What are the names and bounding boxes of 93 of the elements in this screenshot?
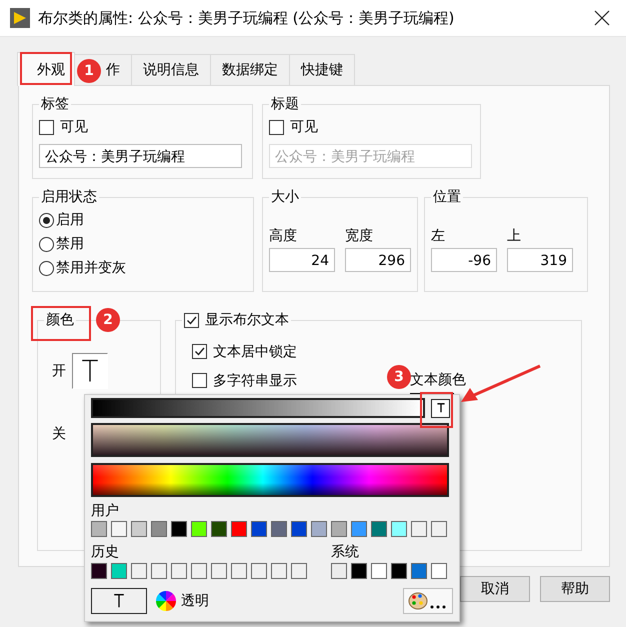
color-swatch[interactable] — [231, 563, 247, 579]
field-label: 上 — [507, 227, 522, 246]
color-swatch[interactable] — [411, 563, 427, 579]
color-swatch[interactable] — [331, 521, 347, 537]
group-title: 颜色 — [46, 312, 74, 328]
radio-label: 启用 — [56, 211, 84, 229]
color-swatch[interactable] — [211, 563, 227, 579]
field-label: 高度 — [269, 227, 298, 246]
checkbox[interactable] — [39, 120, 54, 134]
color-swatch[interactable] — [271, 521, 287, 537]
checkbox-label: 可见 — [60, 118, 88, 136]
color-swatch[interactable] — [291, 563, 307, 579]
highlight-box — [31, 306, 91, 341]
color-swatch[interactable] — [211, 521, 227, 537]
grayscale-bar[interactable] — [91, 398, 425, 418]
text-cursor-icon — [434, 402, 446, 414]
color-swatch[interactable] — [251, 521, 267, 537]
color-swatch[interactable] — [91, 563, 107, 579]
group-title: 启用状态 — [41, 189, 97, 205]
color-wheel-icon — [155, 590, 177, 612]
checkbox-label: 文本居中锁定 — [213, 342, 297, 360]
color-swatch[interactable] — [351, 563, 367, 579]
color-swatch[interactable] — [291, 521, 307, 537]
radio-button[interactable] — [39, 260, 54, 276]
color-swatch[interactable] — [191, 563, 207, 579]
color-swatch[interactable] — [191, 521, 207, 537]
group-title: 标题 — [271, 96, 299, 112]
group-title: 位置 — [433, 189, 461, 205]
text-cursor-icon — [111, 592, 127, 610]
field-label: 左 — [431, 227, 446, 246]
text-field: 公众号：美男子玩编程 — [269, 144, 472, 168]
checkbox[interactable] — [192, 344, 207, 359]
color-swatch[interactable] — [111, 521, 127, 537]
radio-button[interactable] — [39, 212, 54, 228]
section-label: 用户 — [91, 502, 120, 521]
text-field[interactable]: 公众号：美男子玩编程 — [39, 144, 242, 168]
color-swatch[interactable] — [411, 521, 427, 537]
color-swatch[interactable] — [91, 521, 107, 537]
color-swatch[interactable] — [171, 563, 187, 579]
palette-icon — [408, 592, 446, 610]
checkbox-label: 可见 — [290, 118, 318, 136]
dialog-button[interactable]: 帮助 — [540, 576, 610, 602]
radio-label: 禁用并变灰 — [56, 259, 126, 277]
checkbox-label: 多字符串显示 — [213, 372, 297, 390]
dialog-button[interactable]: 取消 — [460, 576, 530, 602]
tab[interactable]: 快捷键 — [289, 54, 355, 85]
section-label: 历史 — [91, 543, 120, 562]
switch-label: 关 — [51, 425, 67, 443]
color-swatch[interactable] — [431, 563, 447, 579]
color-swatch[interactable] — [111, 563, 127, 579]
section-label: 系统 — [331, 543, 360, 562]
window-title: 布尔类的属性: 公众号：美男子玩编程 (公众号：美男子玩编程) — [38, 8, 456, 28]
number-field[interactable]: 319 — [507, 248, 573, 272]
color-swatch[interactable] — [431, 521, 447, 537]
checkbox[interactable] — [184, 312, 199, 328]
color-swatch[interactable] — [131, 563, 147, 579]
hue-gradient[interactable] — [91, 463, 449, 497]
transparent-button[interactable] — [91, 588, 147, 614]
color-swatch[interactable] — [171, 521, 187, 537]
checkbox[interactable] — [192, 373, 207, 388]
color-swatch[interactable] — [72, 353, 108, 389]
app-icon — [10, 8, 30, 28]
color-swatch[interactable] — [351, 521, 367, 537]
close-icon[interactable] — [594, 10, 610, 26]
radio-label: 禁用 — [56, 235, 84, 253]
checkbox-label: 显示布尔文本 — [205, 311, 289, 329]
radio-button[interactable] — [39, 236, 54, 252]
number-field[interactable]: 24 — [269, 248, 335, 272]
color-swatch[interactable] — [151, 563, 167, 579]
tone-gradient[interactable] — [91, 423, 449, 457]
color-swatch[interactable] — [151, 521, 167, 537]
switch-label: 开 — [52, 362, 66, 380]
group-title: 标签 — [41, 96, 69, 112]
color-swatch[interactable] — [271, 563, 287, 579]
color-swatch[interactable] — [331, 563, 347, 579]
color-swatch[interactable] — [231, 521, 247, 537]
transparent-label: 透明 — [181, 592, 210, 610]
color-swatch[interactable] — [371, 563, 387, 579]
color-swatch[interactable] — [391, 521, 407, 537]
text-color-label: 文本颜色 — [410, 371, 466, 390]
highlight-box — [20, 52, 72, 85]
transparent-swatch[interactable] — [431, 398, 450, 418]
highlight-box — [420, 392, 453, 428]
color-swatch[interactable] — [311, 521, 327, 537]
color-swatch[interactable] — [251, 563, 267, 579]
palette-button[interactable] — [403, 588, 453, 614]
color-swatch[interactable] — [131, 521, 147, 537]
field-label: 宽度 — [345, 227, 374, 246]
group-title: 大小 — [271, 189, 299, 205]
color-swatch[interactable] — [391, 563, 407, 579]
number-field[interactable]: 296 — [345, 248, 411, 272]
number-field[interactable]: -96 — [431, 248, 497, 272]
color-swatch[interactable] — [371, 521, 387, 537]
